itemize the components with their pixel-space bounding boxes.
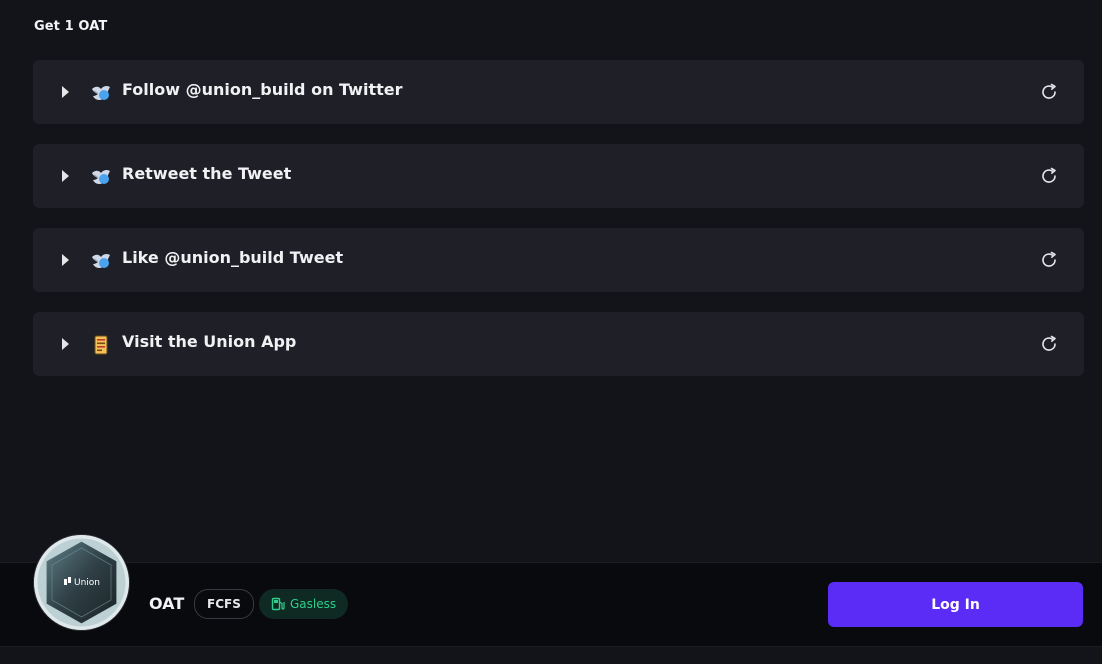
task-like-tweet[interactable]: Like @union_build Tweet: [33, 228, 1084, 292]
task-label: Retweet the Tweet: [122, 164, 292, 183]
gas-pump-icon: [271, 597, 285, 611]
task-list: Follow @union_build on Twitter Retweet t…: [33, 60, 1084, 396]
gasless-label: Gasless: [290, 597, 337, 611]
task-follow-twitter[interactable]: Follow @union_build on Twitter: [33, 60, 1084, 124]
expand-caret-icon[interactable]: [62, 254, 69, 266]
task-visit-app[interactable]: Visit the Union App: [33, 312, 1084, 376]
task-retweet[interactable]: Retweet the Tweet: [33, 144, 1084, 208]
expand-caret-icon[interactable]: [62, 338, 69, 350]
expand-caret-icon[interactable]: [62, 86, 69, 98]
union-hexagon-logo-icon: Union: [34, 535, 129, 630]
gasless-tag: Gasless: [259, 589, 349, 619]
login-button[interactable]: Log In: [828, 582, 1083, 627]
expand-caret-icon[interactable]: [62, 170, 69, 182]
task-label: Visit the Union App: [122, 332, 297, 351]
badge-text: Union: [74, 578, 100, 588]
task-label: Follow @union_build on Twitter: [122, 80, 403, 99]
task-label: Like @union_build Tweet: [122, 248, 344, 267]
twitter-bird-icon: [92, 85, 110, 100]
refresh-icon[interactable]: [1039, 334, 1059, 354]
document-icon: [94, 335, 108, 355]
twitter-bird-icon: [92, 169, 110, 184]
campaign-page: Get 1 OAT Follow @union_build on Twitter: [0, 0, 1102, 664]
oat-name: OAT: [149, 594, 185, 613]
refresh-icon[interactable]: [1039, 166, 1059, 186]
twitter-bird-icon: [92, 253, 110, 268]
bottom-strip: [0, 646, 1102, 664]
oat-badge-image: Union: [34, 535, 129, 630]
refresh-icon[interactable]: [1039, 250, 1059, 270]
refresh-icon[interactable]: [1039, 82, 1059, 102]
section-title: Get 1 OAT: [34, 19, 108, 34]
fcfs-tag: FCFS: [194, 589, 254, 619]
